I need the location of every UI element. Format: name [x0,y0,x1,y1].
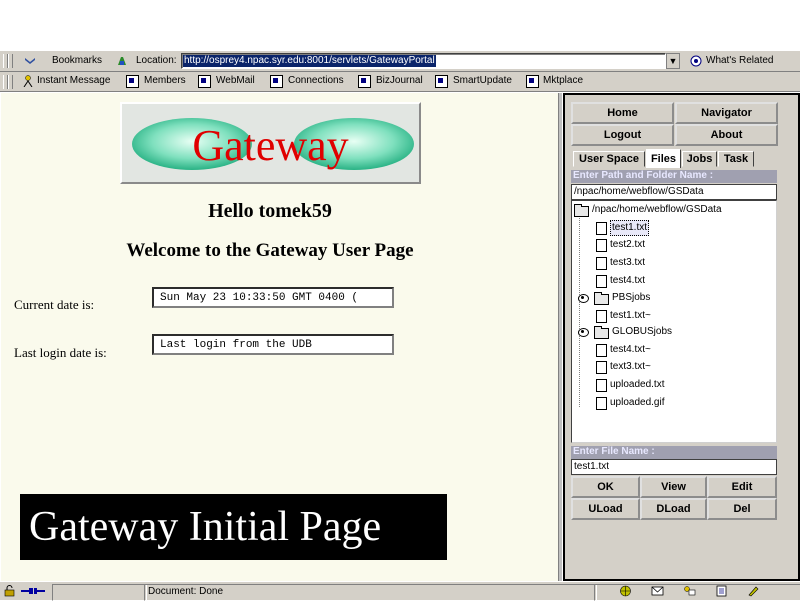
instant-message-icon [23,75,33,87]
bookmark-page-icon [435,75,448,88]
component-bar [594,584,800,601]
security-lock-icon[interactable] [3,585,16,597]
folder-icon [574,204,589,217]
personal-item-webmail[interactable]: WebMail [198,72,264,91]
status-message: Document: Done [144,584,597,601]
page-banner: Gateway Initial Page [20,494,447,560]
current-date-field[interactable]: Sun May 23 10:33:50 GMT 0400 ( [152,287,394,308]
bookmarks-icon [25,58,35,64]
tab-task[interactable]: Task [718,151,754,167]
bookmark-page-icon [198,75,211,88]
personal-item-members[interactable]: Members [126,72,192,91]
location-dropdown-button[interactable]: ▼ [666,53,680,69]
navigator-button[interactable]: Navigator [675,102,778,124]
file-icon [596,361,607,374]
personal-item-connections[interactable]: Connections [270,72,350,91]
current-date-label: Current date is: [14,297,95,312]
bookmark-page-icon [358,75,371,88]
file-icon [596,275,607,288]
expand-toggle-icon[interactable] [578,328,589,337]
whats-related-label[interactable]: What's Related [706,55,774,66]
toolbar-grip[interactable] [8,75,13,89]
personal-item-label: SmartUpdate [453,75,512,86]
personal-toolbar: Instant Message Members WebMail Connecti… [0,72,800,92]
location-icon[interactable] [116,55,128,67]
ok-button[interactable]: OK [571,476,640,498]
file-icon [596,257,607,270]
location-label: Location: [136,55,177,66]
bookmark-page-icon [126,75,139,88]
file-icon [596,222,607,235]
personal-item-instant-message[interactable]: Instant Message [22,72,118,91]
location-input[interactable]: http://osprey4.npac.syr.edu:8001/servlet… [181,53,666,69]
delete-button[interactable]: Del [707,498,777,520]
file-tree: /npac/home/webflow/GSData test1.txt test… [571,200,777,443]
bookmarks-label: Bookmarks [52,55,103,66]
composer-icon[interactable] [747,585,760,597]
personal-item-label: Instant Message [37,75,111,86]
file-icon [596,239,607,252]
personal-item-label: WebMail [216,75,255,86]
file-icon [596,344,607,357]
last-login-label: Last login date is: [14,345,107,360]
view-button[interactable]: View [640,476,707,498]
instant-message-icon[interactable] [683,585,696,597]
personal-item-smartupdate[interactable]: SmartUpdate [435,72,521,91]
gateway-logo: Gateway [120,102,421,184]
tab-jobs[interactable]: Jobs [682,151,717,167]
folder-icon [594,292,609,305]
tab-files[interactable]: Files [646,149,681,168]
bookmark-page-icon [526,75,539,88]
toolbar-grip[interactable] [8,54,13,68]
file-name-input[interactable]: test1.txt [571,459,777,475]
bookmarks-button[interactable]: Bookmarks [18,51,110,72]
personal-item-label: Connections [288,75,344,86]
status-bar: Document: Done [0,581,800,601]
mail-icon[interactable] [651,585,664,597]
greeting-heading: Hello tomek59 [208,200,332,222]
chevron-down-icon: ▼ [668,56,678,66]
edit-button[interactable]: Edit [707,476,777,498]
location-url[interactable]: http://osprey4.npac.syr.edu:8001/servlet… [183,55,436,67]
personal-item-label: Mktplace [543,75,584,86]
expand-toggle-icon[interactable] [578,294,589,303]
personal-item-mktplace[interactable]: Mktplace [526,72,592,91]
download-button[interactable]: DLoad [640,498,707,520]
connection-plug-icon[interactable] [20,585,46,597]
tree-connector [579,215,580,407]
upload-button[interactable]: ULoad [571,498,640,520]
navigator-icon[interactable] [619,585,632,597]
welcome-heading: Welcome to the Gateway User Page [126,240,414,261]
bookmark-page-icon [270,75,283,88]
progress-section [52,584,147,601]
personal-item-label: BizJournal [376,75,423,86]
personal-item-label: Members [144,75,186,86]
folder-icon [594,326,609,339]
path-label: Enter Path and Folder Name : [571,170,777,183]
address-book-icon[interactable] [715,585,728,597]
last-login-field[interactable]: Last login from the UDB [152,334,394,355]
whats-related-icon[interactable] [690,55,702,67]
file-icon [596,397,607,410]
tab-user-space[interactable]: User Space [573,151,645,167]
logout-button[interactable]: Logout [571,124,674,146]
file-icon [596,379,607,392]
path-input[interactable]: /npac/home/webflow/GSData [571,184,777,200]
file-name-label: Enter File Name : [571,446,777,459]
logo-text: Gateway [192,121,349,170]
personal-item-bizjournal[interactable]: BizJournal [358,72,424,91]
file-icon [596,310,607,323]
about-button[interactable]: About [675,124,778,146]
home-button[interactable]: Home [571,102,674,124]
